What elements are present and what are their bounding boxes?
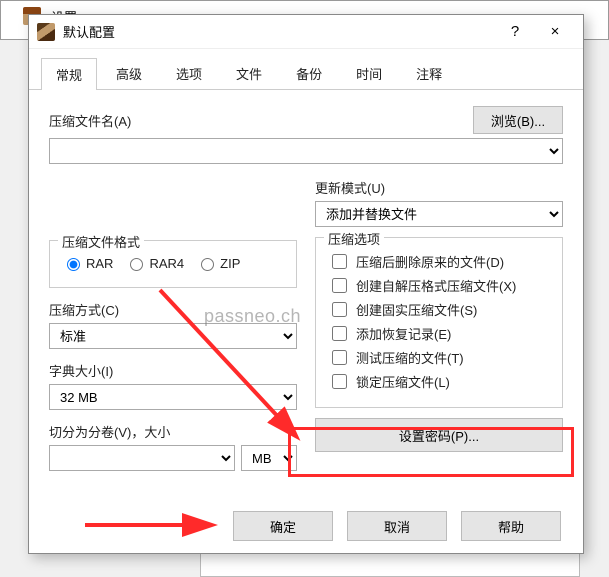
- method-label: 压缩方式(C): [49, 300, 297, 319]
- dict-label: 字典大小(I): [49, 361, 297, 380]
- method-select[interactable]: 标准: [49, 323, 297, 349]
- archive-name-label: 压缩文件名(A): [49, 111, 463, 130]
- tab-files[interactable]: 文件: [221, 57, 277, 89]
- opt-recovery[interactable]: 添加恢复记录(E): [328, 323, 550, 344]
- tab-options[interactable]: 选项: [161, 57, 217, 89]
- opt-sfx[interactable]: 创建自解压格式压缩文件(X): [328, 275, 550, 296]
- tab-content: 压缩文件名(A) 浏览(B)... 压缩文件格式 RAR RAR4 ZIP: [29, 90, 583, 487]
- split-size-select[interactable]: [49, 445, 235, 471]
- format-rar4[interactable]: RAR4: [125, 255, 184, 271]
- tab-time[interactable]: 时间: [341, 57, 397, 89]
- default-profile-dialog: 默认配置 ? × 常规 高级 选项 文件 备份 时间 注释 压缩文件名(A) 浏…: [28, 14, 584, 554]
- dialog-title: 默认配置: [63, 22, 495, 41]
- cancel-button[interactable]: 取消: [347, 511, 447, 541]
- format-group-title: 压缩文件格式: [58, 232, 144, 251]
- winrar-icon: [37, 23, 55, 41]
- options-group-title: 压缩选项: [324, 229, 384, 248]
- tab-advanced[interactable]: 高级: [101, 57, 157, 89]
- split-unit-select[interactable]: MB: [241, 445, 297, 471]
- format-zip[interactable]: ZIP: [196, 255, 240, 271]
- dict-select[interactable]: 32 MB: [49, 384, 297, 410]
- update-mode-label: 更新模式(U): [315, 178, 563, 197]
- opt-lock[interactable]: 锁定压缩文件(L): [328, 371, 550, 392]
- opt-solid[interactable]: 创建固实压缩文件(S): [328, 299, 550, 320]
- update-mode-select[interactable]: 添加并替换文件: [315, 201, 563, 227]
- format-rar[interactable]: RAR: [62, 255, 113, 271]
- opt-test[interactable]: 测试压缩的文件(T): [328, 347, 550, 368]
- tab-bar: 常规 高级 选项 文件 备份 时间 注释: [29, 49, 583, 90]
- split-label: 切分为分卷(V)，大小: [49, 422, 297, 441]
- archive-name-input[interactable]: [49, 138, 563, 164]
- close-button[interactable]: ×: [535, 17, 575, 47]
- ok-button[interactable]: 确定: [233, 511, 333, 541]
- options-group: 压缩选项 压缩后删除原来的文件(D) 创建自解压格式压缩文件(X) 创建固实压缩…: [315, 237, 563, 408]
- browse-button[interactable]: 浏览(B)...: [473, 106, 563, 134]
- set-password-button[interactable]: 设置密码(P)...: [315, 418, 563, 452]
- titlebar: 默认配置 ? ×: [29, 15, 583, 49]
- dialog-footer: 确定 取消 帮助: [29, 511, 583, 541]
- tab-general[interactable]: 常规: [41, 58, 97, 90]
- help-button[interactable]: ?: [495, 17, 535, 47]
- tab-backup[interactable]: 备份: [281, 57, 337, 89]
- help-footer-button[interactable]: 帮助: [461, 511, 561, 541]
- opt-delete-after[interactable]: 压缩后删除原来的文件(D): [328, 251, 550, 272]
- format-group: 压缩文件格式 RAR RAR4 ZIP: [49, 240, 297, 288]
- tab-comment[interactable]: 注释: [401, 57, 457, 89]
